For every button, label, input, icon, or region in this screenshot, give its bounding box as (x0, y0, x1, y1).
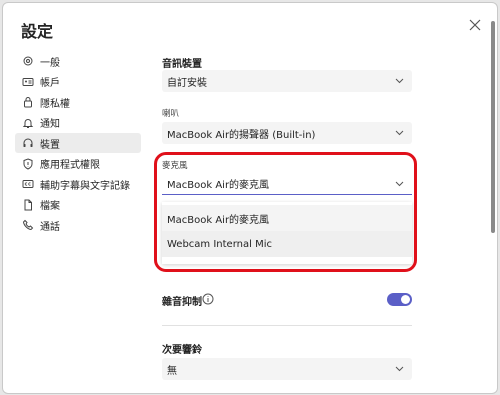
noise-suppression-label: 雜音抑制 (162, 297, 202, 308)
nav-item-label: 隱私權 (40, 98, 70, 110)
microphone-select[interactable]: MacBook Air的麥克風 (162, 173, 412, 195)
nav-item-account[interactable]: 帳戶 (15, 72, 141, 92)
settings-nav: 一般 帳戶 隱私權 通知 裝置 應用程式權限 輔助字幕與文字記錄 檔案 通話 (15, 51, 141, 236)
nav-item-label: 檔案 (40, 201, 60, 212)
chevron-down-icon (395, 130, 404, 136)
dialog-title: 設定 (21, 22, 54, 41)
microphone-value: MacBook Air的麥克風 (167, 180, 270, 191)
lock-icon (24, 97, 32, 108)
nav-item-label: 通知 (40, 119, 60, 130)
nav-item-privacy[interactable]: 隱私權 (15, 92, 141, 112)
nav-item-app-permissions[interactable]: 應用程式權限 (15, 154, 141, 174)
chevron-down-icon (395, 78, 404, 84)
gear-icon (23, 56, 33, 66)
nav-item-calls[interactable]: 通話 (15, 215, 141, 235)
dropdown-option-macbook-mic[interactable]: MacBook Air的麥克風 (162, 205, 412, 231)
bell-icon (22, 118, 34, 128)
speaker-label: 喇叭 (162, 109, 180, 119)
scrollbar[interactable] (491, 21, 495, 233)
microphone-label: 麥克風 (162, 161, 188, 171)
nav-item-label: 帳戶 (40, 78, 60, 89)
chevron-down-icon (395, 366, 404, 372)
settings-dialog: 設定 一般 帳戶 隱私權 通知 裝置 應用程式權限 輔助字幕與文字記錄 檔案 通… (2, 2, 498, 394)
shield-icon (23, 157, 33, 170)
id-card-icon (22, 77, 34, 86)
nav-item-devices[interactable]: 裝置 (15, 133, 141, 153)
microphone-dropdown: MacBook Air的麥克風 Webcam Internal Mic (162, 202, 412, 264)
secondary-ringer-title: 次要響鈴 (162, 345, 202, 356)
nav-item-captions[interactable]: 輔助字幕與文字記錄 (15, 174, 141, 194)
audio-device-select[interactable]: 自訂安裝 (162, 70, 412, 92)
speaker-select[interactable]: MacBook Air的揚聲器 (Built-in) (162, 122, 412, 144)
file-icon (24, 199, 32, 210)
audio-devices-title: 音訊裝置 (162, 59, 202, 70)
chevron-down-icon (395, 181, 404, 187)
nav-item-label: 輔助字幕與文字記錄 (40, 180, 130, 192)
nav-item-notifications[interactable]: 通知 (15, 113, 141, 133)
secondary-ringer-value: 無 (167, 365, 177, 377)
close-icon[interactable] (467, 17, 483, 33)
divider (162, 325, 412, 326)
info-icon[interactable] (202, 293, 214, 305)
headset-icon (23, 138, 33, 147)
toggle-knob (401, 295, 410, 304)
phone-icon (22, 219, 34, 231)
nav-item-label: 裝置 (40, 139, 60, 151)
dropdown-option-webcam-mic[interactable]: Webcam Internal Mic (162, 231, 412, 257)
noise-suppression-toggle[interactable] (387, 293, 412, 306)
nav-item-general[interactable]: 一般 (15, 51, 141, 71)
secondary-ringer-select[interactable]: 無 (162, 358, 412, 380)
audio-device-value: 自訂安裝 (167, 77, 207, 89)
nav-item-files[interactable]: 檔案 (15, 195, 141, 215)
nav-item-label: 應用程式權限 (40, 160, 100, 171)
speaker-value: MacBook Air的揚聲器 (Built-in) (167, 129, 316, 141)
nav-item-label: 通話 (40, 221, 60, 233)
nav-item-label: 一般 (40, 57, 60, 69)
devices-panel: 音訊裝置 自訂安裝 喇叭 MacBook Air的揚聲器 (Built-in) … (162, 3, 412, 393)
cc-icon (22, 180, 34, 188)
